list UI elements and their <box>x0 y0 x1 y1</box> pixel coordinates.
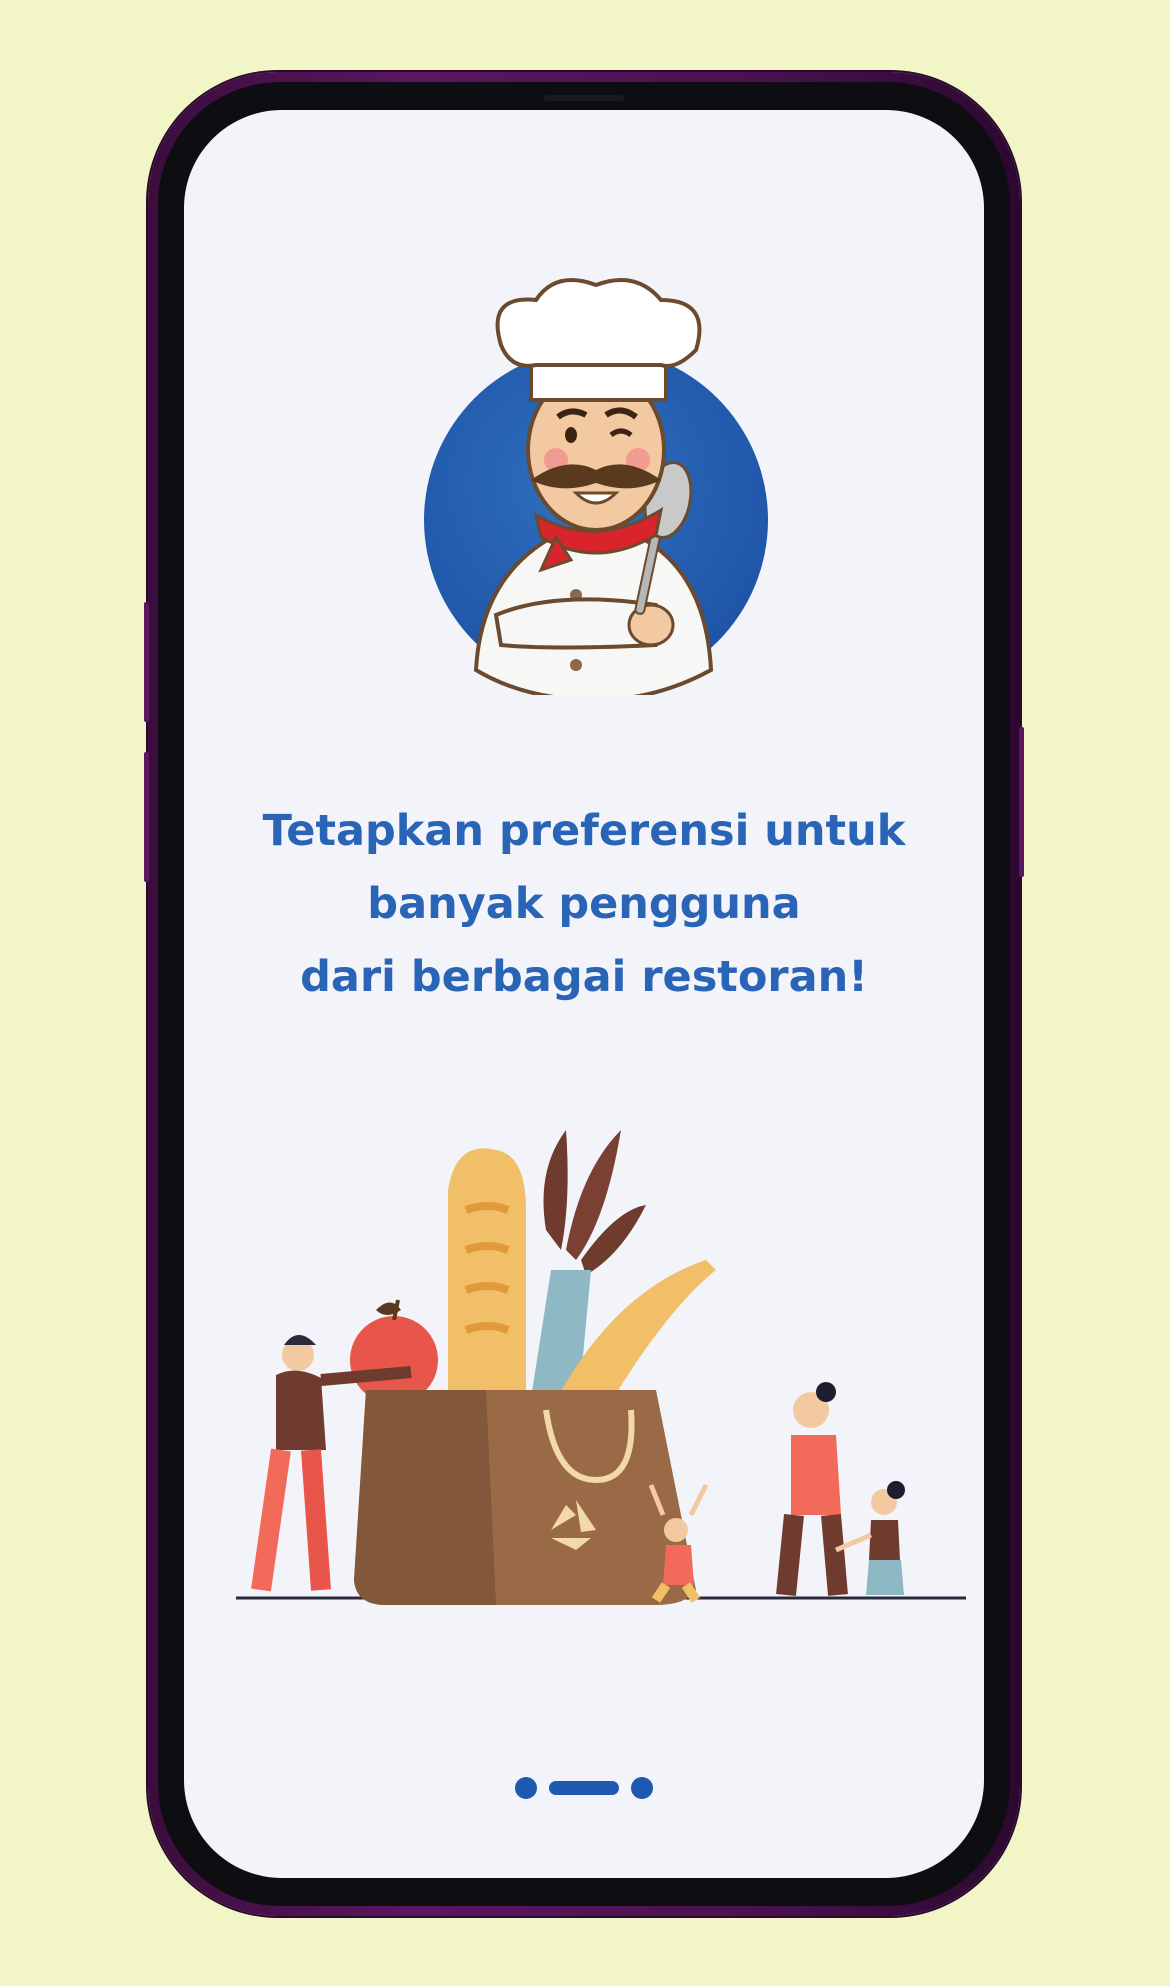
speaker-grille <box>544 95 624 101</box>
app-screen: Tetapkan preferensi untuk banyak penggun… <box>184 110 984 1878</box>
headline-line-1: Tetapkan preferensi untuk <box>262 806 906 856</box>
grocery-bag-family-illustration <box>236 1130 966 1605</box>
pagination-indicator <box>184 1776 984 1800</box>
volume-button-2 <box>144 752 149 882</box>
headline-line-3: dari berbagai restoran! <box>300 952 868 1002</box>
page-dot-3[interactable] <box>631 1777 653 1799</box>
volume-button <box>144 602 149 722</box>
chef-mascot-logo <box>424 278 768 695</box>
phone-bezel: Tetapkan preferensi untuk banyak penggun… <box>158 82 1010 1906</box>
page-dot-2-active[interactable] <box>549 1781 619 1795</box>
power-button <box>1019 727 1024 877</box>
phone-frame: Tetapkan preferensi untuk banyak penggun… <box>144 72 1024 1916</box>
onboarding-headline: Tetapkan preferensi untuk banyak penggun… <box>184 795 984 1014</box>
page-dot-1[interactable] <box>515 1777 537 1799</box>
headline-line-2: banyak pengguna <box>367 879 801 929</box>
